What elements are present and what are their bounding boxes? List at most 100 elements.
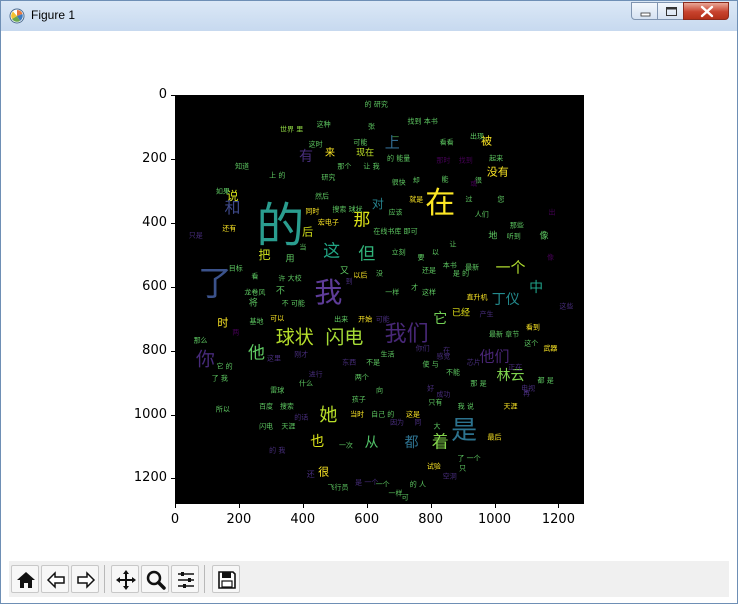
wordcloud-word: 不是 bbox=[366, 358, 381, 367]
wordcloud-word: 直升机 bbox=[466, 293, 488, 302]
wordcloud-word: 看 bbox=[251, 272, 259, 281]
wordcloud-word: 把 bbox=[258, 247, 271, 262]
wordcloud-word: 现在 bbox=[356, 148, 375, 159]
wordcloud-word: 试验 bbox=[426, 462, 441, 471]
forward-button[interactable] bbox=[71, 565, 99, 593]
x-tick-label: 0 bbox=[170, 512, 180, 527]
wordcloud-word: 东西 bbox=[342, 358, 357, 367]
home-button[interactable] bbox=[11, 565, 39, 593]
wordcloud-word: 着 bbox=[431, 432, 449, 453]
wordcloud-word: 然后 bbox=[314, 192, 329, 201]
wordcloud-word: 他 bbox=[247, 343, 265, 364]
pan-button[interactable] bbox=[111, 565, 139, 593]
wordcloud-word: 张 bbox=[368, 122, 375, 131]
wordcloud-word: 天涯 bbox=[281, 422, 296, 431]
wordcloud-word: 很 bbox=[318, 465, 330, 479]
wordcloud-word: 这 bbox=[323, 241, 341, 262]
x-tick-mark bbox=[366, 504, 368, 508]
wordcloud-word: 这个 bbox=[524, 339, 539, 348]
wordcloud-word: 那些 bbox=[509, 221, 524, 230]
wordcloud-word: 可能 bbox=[353, 138, 368, 147]
wordcloud-word: 找到 bbox=[458, 156, 473, 164]
wordcloud-word: 到 bbox=[345, 277, 353, 286]
wordcloud-word: 像 bbox=[539, 231, 549, 242]
wordcloud-word: 最新 章节 bbox=[488, 330, 520, 339]
wordcloud-word: 所以 bbox=[215, 405, 230, 414]
x-tick-mark bbox=[494, 504, 496, 508]
title-bar[interactable]: Figure 1 bbox=[1, 1, 737, 31]
y-tick-mark bbox=[171, 414, 175, 416]
back-button[interactable] bbox=[41, 565, 69, 593]
matplotlib-app-icon bbox=[9, 8, 25, 24]
wordcloud-word: 许 大校 bbox=[278, 274, 302, 283]
toolbar-separator bbox=[204, 565, 205, 593]
wordcloud-word: 孩子 bbox=[351, 395, 366, 404]
y-tick-mark bbox=[171, 222, 175, 224]
wordcloud-word: 我 说 bbox=[457, 402, 474, 411]
wordcloud-word: 没 bbox=[376, 269, 383, 278]
wordcloud-word: 那时 bbox=[436, 156, 451, 164]
close-button[interactable] bbox=[683, 2, 729, 20]
wordcloud-word: 飞行员 bbox=[327, 483, 349, 492]
wordcloud-word: 一 bbox=[391, 133, 399, 142]
wordcloud-word: 那 是 bbox=[470, 379, 487, 388]
y-tick-mark bbox=[171, 286, 175, 288]
wordcloud-word: 进行 bbox=[308, 370, 323, 379]
wordcloud-word: 世界 里 bbox=[280, 125, 304, 134]
wordcloud-word: 才 bbox=[411, 283, 419, 292]
maximize-icon bbox=[666, 7, 677, 16]
wordcloud-word: 一次 bbox=[338, 441, 353, 450]
wordcloud-word: 不 bbox=[275, 286, 285, 296]
wordcloud-word: 什么 bbox=[299, 379, 313, 388]
y-tick-label: 1200 bbox=[133, 470, 167, 486]
figure-canvas[interactable]: 的在了我是我们 球状 闪电你她这但那他着他们 一个中上有它林云 丁仪都从也和说对把后被没… bbox=[9, 31, 729, 559]
wordcloud-word: 刚才 bbox=[294, 350, 309, 359]
x-tick-mark bbox=[558, 504, 560, 508]
wordcloud-word: 两 bbox=[232, 328, 240, 337]
pan-icon bbox=[116, 570, 136, 590]
wordcloud-word: 可以 bbox=[270, 314, 285, 323]
wordcloud-word: 上 的 bbox=[269, 171, 286, 180]
wordcloud-word: 向 bbox=[376, 386, 383, 395]
navigation-toolbar bbox=[9, 561, 729, 597]
back-arrow-icon bbox=[46, 571, 65, 589]
y-tick-mark bbox=[171, 478, 175, 480]
wordcloud-word: 它 的 bbox=[216, 362, 233, 371]
wordcloud-word: 有 bbox=[299, 149, 313, 166]
figure-window: Figure 1 的在了我是我们 球状 闪电你她这但那他着他们 一个中上有它林云 丁仪都… bbox=[0, 0, 738, 604]
wordcloud-word: 看到 bbox=[525, 323, 540, 332]
wordcloud-word: 这是 bbox=[406, 410, 421, 419]
wordcloud-word: 您 bbox=[497, 195, 505, 204]
wordcloud-word: 不能 bbox=[445, 368, 460, 377]
wordcloud-word: 人们 bbox=[474, 210, 489, 219]
wordcloud-word: 基地 bbox=[249, 317, 264, 326]
wordcloud-word: 一样 bbox=[385, 288, 400, 297]
wordcloud-word: 像 bbox=[546, 253, 554, 262]
wordcloud-word: 闪电 bbox=[259, 422, 274, 431]
wordcloud-word: 的话 bbox=[294, 413, 309, 422]
subplots-button[interactable] bbox=[171, 565, 199, 593]
wordcloud-word: 没有 bbox=[486, 165, 509, 179]
x-tick-label: 1000 bbox=[477, 512, 512, 527]
wordcloud-word: 出 bbox=[548, 208, 556, 217]
wordcloud-word: 能 bbox=[441, 175, 449, 184]
wordcloud-word: 两个 bbox=[354, 373, 369, 382]
wordcloud-word: 它 bbox=[433, 310, 448, 327]
wordcloud-word: 一样 bbox=[388, 489, 403, 498]
minimize-button[interactable] bbox=[631, 2, 658, 20]
wordcloud-word: 从 bbox=[364, 435, 379, 452]
wordcloud-word: 自己 的 bbox=[371, 410, 395, 419]
zoom-button[interactable] bbox=[141, 565, 169, 593]
wordcloud-word: 时 bbox=[217, 316, 229, 330]
wordcloud-word: 百度 bbox=[259, 402, 274, 411]
wordcloud-word: 我 bbox=[314, 276, 343, 310]
wordcloud-word: 立刻 bbox=[391, 248, 406, 257]
save-button[interactable] bbox=[212, 565, 240, 593]
forward-arrow-icon bbox=[77, 571, 96, 589]
maximize-button[interactable] bbox=[657, 2, 684, 20]
wordcloud-word: 这些 bbox=[559, 302, 574, 311]
wordcloud-word: 还有 bbox=[222, 224, 237, 233]
y-tick-mark bbox=[171, 158, 175, 160]
wordcloud-word: 这时 bbox=[308, 140, 323, 149]
wordcloud-word: 只 bbox=[459, 464, 467, 473]
